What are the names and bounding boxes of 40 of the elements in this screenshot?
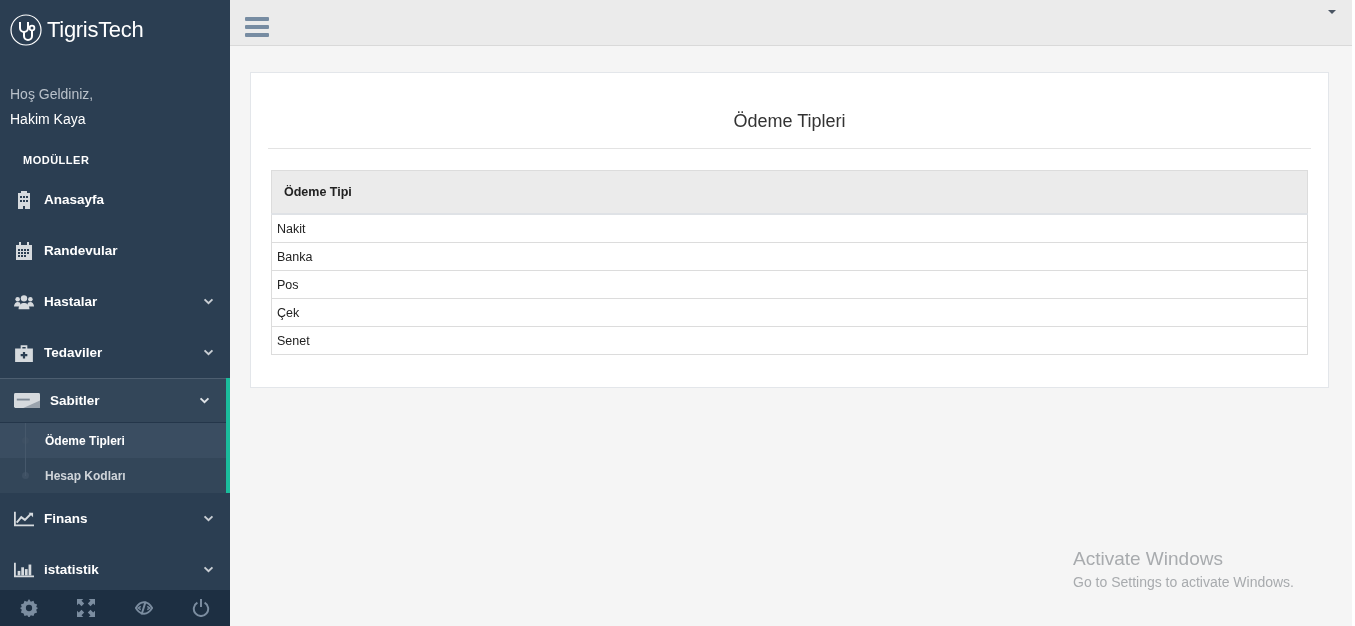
chevron-down-icon	[203, 515, 214, 522]
submenu-item[interactable]: Hesap Kodları	[0, 458, 226, 493]
settings-icon[interactable]	[19, 599, 38, 617]
menu-item[interactable]: Tedaviler	[0, 327, 230, 378]
calendar-icon	[14, 241, 34, 260]
menu-icon[interactable]	[245, 16, 269, 37]
menu-item[interactable]: Finans	[0, 493, 230, 544]
column-header: Ödeme Tipi	[271, 170, 1308, 214]
table-cell: Senet	[271, 326, 1308, 355]
bar-chart-icon	[14, 560, 34, 579]
eye-slash-icon[interactable]	[134, 599, 153, 617]
section-heading: MODÜLLER	[22, 153, 91, 168]
medical-kit-icon	[14, 343, 34, 362]
menu-item[interactable]: istatistik	[0, 544, 230, 590]
table-cell: Nakit	[271, 214, 1308, 243]
table-cell: Pos	[271, 270, 1308, 299]
chevron-down-icon	[203, 298, 214, 305]
panel-title: Ödeme Tipleri	[268, 73, 1311, 149]
activation-text: Go to Settings to activate Windows.	[1073, 574, 1294, 590]
welcome-text: Hoş Geldiniz,	[10, 86, 95, 102]
submenu-item[interactable]: Ödeme Tipleri	[0, 423, 226, 458]
menu-item[interactable]: Anasayfa	[0, 174, 230, 225]
chevron-down-icon	[199, 397, 210, 404]
stethoscope-logo-icon	[10, 14, 42, 46]
table-cell: Çek	[271, 298, 1308, 327]
line-chart-icon	[14, 509, 34, 528]
table-cell: Banka	[271, 242, 1308, 271]
users-icon	[14, 292, 34, 311]
chevron-down-icon	[203, 566, 214, 573]
power-icon[interactable]	[192, 599, 211, 617]
expand-arrows-icon[interactable]	[77, 599, 96, 617]
user-name: Hakim Kaya	[10, 111, 87, 127]
caret-icon[interactable]	[1328, 9, 1336, 14]
credit-card-icon	[14, 393, 40, 408]
menu-item[interactable]: Sabitler	[0, 378, 226, 423]
menu-item[interactable]: Hastalar	[0, 276, 230, 327]
activation-title: Activate Windows	[1073, 548, 1224, 570]
menu-item[interactable]: Randevular	[0, 225, 230, 276]
chevron-down-icon	[203, 349, 214, 356]
brand-name: TigrisTech	[47, 17, 144, 43]
